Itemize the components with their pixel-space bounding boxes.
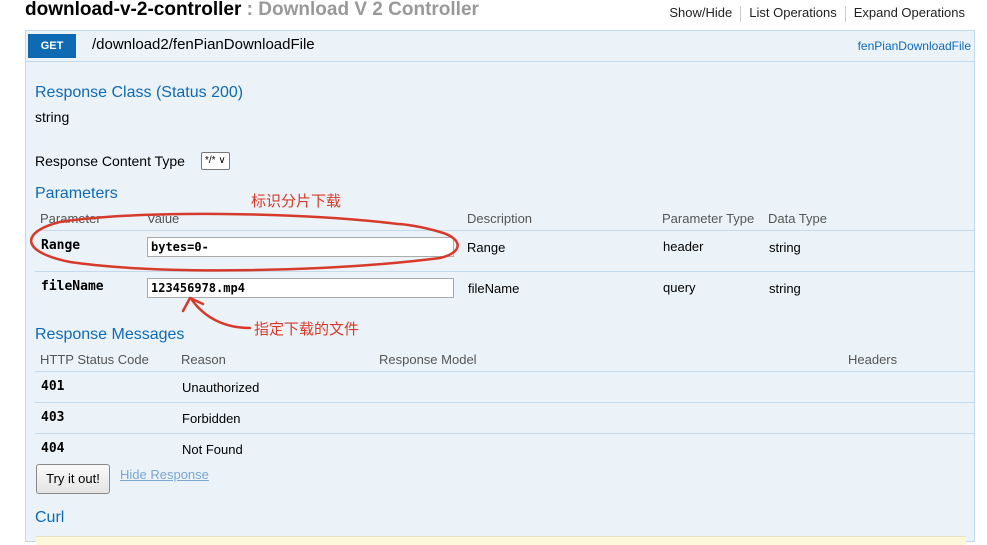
- expand-operations-link[interactable]: Expand Operations: [846, 5, 973, 20]
- resp-reason-401: Unauthorized: [182, 380, 260, 395]
- response-class-type: string: [35, 109, 70, 125]
- param-header-data-type: Data Type: [768, 211, 828, 226]
- param-type-range: header: [663, 239, 704, 254]
- param-header-value: Value: [147, 211, 180, 226]
- controller-name[interactable]: download-v-2-controller: [25, 0, 241, 20]
- param-description-range: Range: [467, 240, 506, 255]
- param-name-filename: fileName: [41, 279, 104, 294]
- header-links: Show/Hide List Operations Expand Operation…: [661, 5, 973, 22]
- param-datatype-range: string: [769, 240, 801, 255]
- endpoint-path[interactable]: /download2/fenPianDownloadFile: [92, 36, 315, 53]
- resp-header-code: HTTP Status Code: [40, 352, 149, 367]
- range-value-input[interactable]: bytes=0-: [147, 237, 454, 257]
- show-hide-link[interactable]: Show/Hide: [661, 5, 740, 20]
- resp-header-reason: Reason: [181, 352, 226, 367]
- resp-row-divider: [35, 433, 974, 434]
- controller-separator: :: [241, 0, 259, 20]
- filename-annotation-text: 指定下载的文件: [254, 320, 360, 338]
- param-header-parameter-type: Parameter Type: [662, 211, 755, 226]
- resp-reason-404: Not Found: [182, 442, 243, 457]
- parameters-title: Parameters: [35, 185, 118, 202]
- resp-header-divider: [35, 371, 974, 372]
- filename-value-input[interactable]: 123456978.mp4: [147, 278, 454, 298]
- param-header-description: Description: [467, 211, 533, 226]
- resp-code-404: 404: [41, 441, 65, 456]
- list-operations-link[interactable]: List Operations: [741, 5, 844, 20]
- controller-title[interactable]: download-v-2-controller : Download V 2 C…: [25, 0, 479, 21]
- param-description-filename: fileName: [468, 281, 520, 296]
- endpoint-panel: GET /download2/fenPianDownloadFile fenPi…: [25, 30, 975, 545]
- endpoint-nickname[interactable]: fenPianDownloadFile: [858, 39, 971, 53]
- resp-header-model: Response Model: [379, 352, 477, 367]
- controller-header: download-v-2-controller : Download V 2 C…: [0, 0, 987, 26]
- controller-description: Download V 2 Controller: [258, 0, 479, 20]
- resp-reason-403: Forbidden: [182, 411, 241, 426]
- param-datatype-filename: string: [769, 281, 801, 296]
- param-header-parameter: Parameter: [40, 211, 101, 226]
- response-class-title: Response Class (Status 200): [35, 84, 244, 101]
- method-badge[interactable]: GET: [28, 34, 76, 58]
- resp-code-403: 403: [41, 410, 65, 425]
- resp-row-divider: [35, 402, 974, 403]
- resp-code-401: 401: [41, 379, 65, 394]
- param-type-filename: query: [663, 280, 696, 295]
- content-type-label: Response Content Type: [35, 153, 185, 169]
- content-type-select[interactable]: */* ∨: [201, 152, 230, 170]
- param-row-divider: [35, 271, 974, 272]
- curl-title: Curl: [35, 509, 65, 526]
- param-name-range: Range: [41, 238, 81, 253]
- param-header-divider: [35, 230, 974, 231]
- resp-header-headers: Headers: [848, 352, 898, 367]
- range-annotation-text: 标识分片下载: [251, 192, 342, 210]
- curl-output-box: [36, 536, 966, 545]
- try-it-out-button[interactable]: Try it out!: [36, 464, 110, 494]
- hide-response-link[interactable]: Hide Response: [120, 467, 209, 482]
- endpoint-heading[interactable]: GET /download2/fenPianDownloadFile fenPi…: [26, 31, 974, 62]
- response-messages-title: Response Messages: [35, 326, 185, 343]
